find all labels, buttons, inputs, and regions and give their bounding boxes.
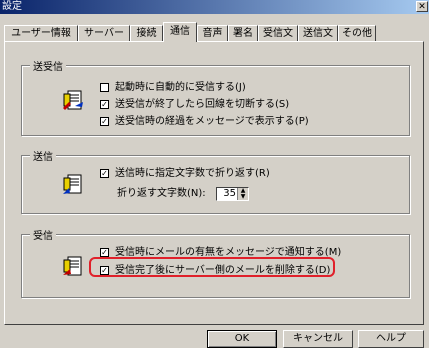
option-show-progress[interactable]: ✓ 送受信時の経過をメッセージで表示する(P) (100, 115, 309, 129)
checkbox[interactable]: ✓ (100, 99, 109, 109)
checkbox[interactable]: ✓ (100, 247, 109, 257)
tab-label: ユーザー情報 (11, 28, 71, 39)
tab-label: 受信文 (263, 28, 293, 39)
option-label: 送信時に指定文字数で折り返す(R) (115, 168, 270, 179)
option-label: 起動時に自動的に受信する(J) (115, 82, 246, 93)
option-disconnect-after[interactable]: ✓ 送受信が終了したら回線を切断する(S) (100, 98, 289, 112)
tab-user-info[interactable]: ユーザー情報 (4, 25, 78, 41)
tab-signature[interactable]: 署名 (228, 25, 258, 41)
close-icon: ✕ (418, 2, 426, 12)
tab-sound[interactable]: 音声 (197, 25, 228, 41)
mail-send-icon (63, 174, 82, 194)
spinner-arrows[interactable]: ▲ ▼ (237, 188, 248, 200)
help-button[interactable]: ヘルプ (358, 330, 424, 348)
annotation-highlight (89, 257, 335, 277)
tab-label: 送信文 (303, 28, 333, 39)
tab-connection[interactable]: 接続 (130, 25, 163, 41)
tab-label: サーバー (84, 28, 124, 39)
cancel-button[interactable]: キャンセル (283, 330, 353, 348)
tab-communication[interactable]: 通信 (163, 22, 197, 42)
ok-button[interactable]: OK (207, 330, 277, 348)
checkbox[interactable] (100, 82, 109, 92)
wrap-count-value[interactable]: 35 (223, 188, 236, 200)
tab-label: 署名 (233, 28, 253, 39)
mail-receive-icon (63, 256, 82, 276)
option-auto-receive[interactable]: 起動時に自動的に受信する(J) (100, 81, 246, 95)
tab-label: 通信 (170, 26, 190, 37)
mail-exchange-icon (63, 90, 83, 110)
wrap-label-text: 折り返す文字数(N): (117, 188, 206, 199)
wrap-count-label: 折り返す文字数(N): (117, 187, 206, 201)
group-title: 送受信 (30, 58, 66, 73)
tab-label: その他 (342, 28, 372, 39)
option-label: 送受信が終了したら回線を切断する(S) (115, 99, 290, 110)
spin-down-icon[interactable]: ▼ (238, 194, 248, 200)
close-button[interactable]: ✕ (416, 1, 428, 12)
tab-panel: 送受信 起動時に自動的に受信する(J) ✓ 送受信が終了したら回線を切断する(S)… (4, 41, 424, 325)
group-send-receive: 送受信 起動時に自動的に受信する(J) ✓ 送受信が終了したら回線を切断する(S)… (21, 58, 410, 136)
tab-server[interactable]: サーバー (78, 25, 130, 41)
group-title: 受信 (30, 227, 56, 242)
checkbox[interactable]: ✓ (100, 168, 109, 178)
checkbox[interactable]: ✓ (100, 116, 109, 126)
title-bar: 設定 ✕ (0, 0, 429, 14)
group-title: 送信 (30, 148, 56, 163)
tab-sent-text[interactable]: 送信文 (298, 25, 338, 41)
option-wrap-on-send[interactable]: ✓ 送信時に指定文字数で折り返す(R) (100, 167, 270, 181)
tab-received-text[interactable]: 受信文 (258, 25, 298, 41)
tab-strip: ユーザー情報 サーバー 接続 通信 音声 署名 受信文 送信文 その他 (4, 20, 424, 42)
option-label: 送受信時の経過をメッセージで表示する(P) (115, 116, 309, 127)
group-send: 送信 ✓ 送信時に指定文字数で折り返す(R) 折り返す文字数(N): 35 ▲ ▼ (21, 148, 410, 214)
tab-label: 音声 (202, 28, 223, 39)
tab-label: 接続 (136, 28, 157, 39)
window-title: 設定 (2, 1, 22, 12)
tab-other[interactable]: その他 (338, 25, 376, 41)
wrap-count-spinner[interactable]: 35 ▲ ▼ (216, 187, 249, 201)
